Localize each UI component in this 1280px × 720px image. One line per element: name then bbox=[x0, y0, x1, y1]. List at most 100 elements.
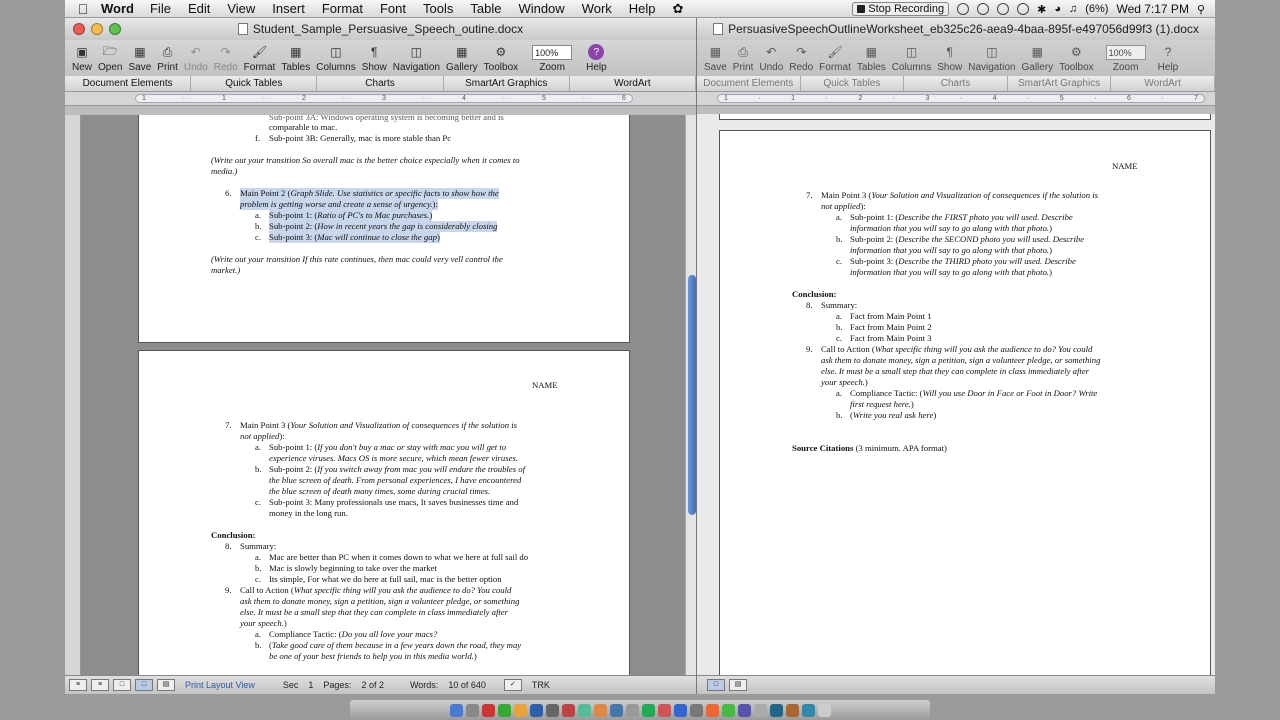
save-button[interactable]: ▦ Save bbox=[701, 44, 730, 73]
script-menu-icon[interactable]: ✿ bbox=[673, 1, 684, 17]
tab-smartart-graphics[interactable]: SmartArt Graphics bbox=[444, 76, 570, 91]
menu-format[interactable]: Format bbox=[322, 1, 363, 16]
format-button[interactable]: 🖌 Format bbox=[816, 44, 854, 73]
navigation-button[interactable]: ◫ Navigation bbox=[390, 44, 443, 73]
gallery-button[interactable]: ▦ Gallery bbox=[1019, 44, 1057, 73]
main-point-2-line2[interactable]: problem is getting worse and create a se… bbox=[240, 199, 438, 210]
main-point-2[interactable]: Main Point 2 (Graph Slide. Use statistic… bbox=[240, 188, 499, 199]
dock-app-icon[interactable] bbox=[513, 703, 527, 717]
show-button[interactable]: ¶ Show bbox=[934, 44, 965, 73]
zoom-control[interactable]: 100% Zoom bbox=[529, 45, 575, 73]
redo-button[interactable]: ↷ Redo bbox=[786, 44, 816, 73]
battery-status[interactable]: (6%) bbox=[1085, 3, 1108, 15]
dock-app-icon[interactable] bbox=[465, 703, 479, 717]
dock-app-icon[interactable] bbox=[689, 703, 703, 717]
document-area[interactable]: Sub-point 3A: Windows operating system i… bbox=[65, 115, 696, 675]
page-2[interactable]: NAME 7. Main Point 3 (Your Solution and … bbox=[719, 130, 1211, 675]
dock-app-icon[interactable] bbox=[657, 703, 671, 717]
format-button[interactable]: 🖌 Format bbox=[241, 44, 279, 73]
print-button[interactable]: ⎙ Print bbox=[730, 44, 757, 74]
draft-view-button[interactable]: ≡ bbox=[69, 679, 87, 691]
tab-document-elements[interactable]: Document Elements bbox=[65, 76, 192, 91]
apple-menu-icon[interactable]:  bbox=[65, 1, 101, 17]
menu-file[interactable]: File bbox=[150, 1, 171, 16]
dock-app-icon[interactable] bbox=[545, 703, 559, 717]
dock-app-icon[interactable] bbox=[673, 703, 687, 717]
dock-app-icon[interactable] bbox=[641, 703, 655, 717]
menu-table[interactable]: Table bbox=[470, 1, 501, 16]
dock-app-icon[interactable] bbox=[753, 703, 767, 717]
dock-app-icon[interactable] bbox=[769, 703, 783, 717]
menu-insert[interactable]: Insert bbox=[272, 1, 305, 16]
zoom-field[interactable]: 100% bbox=[1105, 45, 1146, 60]
status-icon-1[interactable] bbox=[957, 3, 970, 15]
dock-app-icon[interactable] bbox=[561, 703, 575, 717]
spelling-status-icon[interactable]: ✓ bbox=[503, 679, 522, 691]
tab-charts[interactable]: Charts bbox=[317, 76, 444, 91]
save-button[interactable]: ▦ Save bbox=[125, 44, 154, 73]
tables-button[interactable]: ▦ Tables bbox=[854, 44, 889, 73]
mp2-subpoint-3[interactable]: Sub-point 3: (Mac will continue to close… bbox=[269, 232, 440, 243]
publishing-view-button[interactable]: □ bbox=[113, 679, 131, 691]
page-1[interactable]: Sub-point 3A: Windows operating system i… bbox=[138, 115, 630, 343]
dock-app-icon[interactable] bbox=[625, 703, 639, 717]
menu-work[interactable]: Work bbox=[582, 1, 612, 16]
volume-icon[interactable]: ♫ bbox=[1069, 3, 1077, 15]
tab-wordart[interactable]: WordArt bbox=[570, 76, 696, 91]
notebook-view-button[interactable]: ▤ bbox=[157, 679, 175, 691]
help-button[interactable]: ? Help bbox=[1155, 44, 1182, 73]
menu-view[interactable]: View bbox=[227, 1, 255, 16]
bluetooth-icon[interactable]: ✱ bbox=[1037, 3, 1046, 16]
menu-help[interactable]: Help bbox=[629, 1, 656, 16]
menu-edit[interactable]: Edit bbox=[188, 1, 210, 16]
dock-app-icon[interactable] bbox=[785, 703, 799, 717]
app-menu[interactable]: Word bbox=[101, 1, 134, 16]
toolbox-button[interactable]: ⚙ Toolbox bbox=[481, 44, 521, 73]
dock-app-icon[interactable] bbox=[609, 703, 623, 717]
redo-button[interactable]: ↷ Redo bbox=[211, 44, 241, 73]
gallery-button[interactable]: ▦ Gallery bbox=[443, 44, 481, 73]
toolbox-button[interactable]: ⚙ Toolbox bbox=[1056, 44, 1096, 73]
tab-wordart[interactable]: WordArt bbox=[1111, 76, 1215, 91]
new-button[interactable]: ▣ New bbox=[69, 44, 95, 73]
vertical-ruler[interactable] bbox=[65, 115, 81, 675]
undo-button[interactable]: ↶ Undo bbox=[756, 44, 786, 73]
dock-app-icon[interactable] bbox=[721, 703, 735, 717]
clock[interactable]: Wed 7:17 PM bbox=[1116, 2, 1188, 16]
zoom-control[interactable]: 100% Zoom bbox=[1103, 45, 1149, 73]
mp2-subpoint-2[interactable]: Sub-point 2: (How in recent years the ga… bbox=[269, 221, 498, 232]
zoom-field[interactable]: 100% bbox=[532, 45, 573, 60]
dock-finder-icon[interactable] bbox=[449, 703, 463, 717]
horizontal-ruler[interactable]: 1 · 1 · 2 · 3 · 4 · 5 · 6 · 7 bbox=[697, 92, 1215, 106]
document-area[interactable]: NAME 7. Main Point 3 (Your Solution and … bbox=[697, 114, 1215, 675]
track-changes-toggle[interactable]: TRK bbox=[532, 680, 550, 690]
page-2[interactable]: NAME 7. Main Point 3 (Your Solution and … bbox=[138, 350, 630, 675]
dock-app-icon[interactable] bbox=[801, 703, 815, 717]
dock-app-icon[interactable] bbox=[577, 703, 591, 717]
columns-button[interactable]: ◫ Columns bbox=[889, 44, 934, 73]
print-button[interactable]: ⎙ Print bbox=[154, 44, 181, 74]
dock-app-icon[interactable] bbox=[529, 703, 543, 717]
time-machine-icon[interactable] bbox=[997, 3, 1010, 15]
help-button[interactable]: ? Help bbox=[583, 44, 610, 73]
tab-smartart-graphics[interactable]: SmartArt Graphics bbox=[1008, 76, 1112, 91]
menu-window[interactable]: Window bbox=[518, 1, 564, 16]
columns-button[interactable]: ◫ Columns bbox=[313, 44, 358, 73]
print-layout-view-button[interactable]: □ bbox=[135, 679, 153, 691]
ruler-scale[interactable]: 1 · 1 · 2 · 3 · 4 · 5 · 6 · 7 bbox=[717, 94, 1205, 103]
undo-button[interactable]: ↶ Undo bbox=[181, 44, 211, 73]
show-button[interactable]: ¶ Show bbox=[359, 44, 390, 73]
mp2-subpoint-1[interactable]: Sub-point 1: (Ratio of PC's to Mac purch… bbox=[269, 210, 433, 221]
navigation-button[interactable]: ◫ Navigation bbox=[965, 44, 1018, 73]
dock-app-icon[interactable] bbox=[593, 703, 607, 717]
dock-app-icon[interactable] bbox=[705, 703, 719, 717]
outline-view-button[interactable]: ≡ bbox=[91, 679, 109, 691]
status-icon-2[interactable] bbox=[977, 3, 990, 15]
tab-quick-tables[interactable]: Quick Tables bbox=[191, 76, 318, 91]
dock-app-icon[interactable] bbox=[737, 703, 751, 717]
dock-trash-icon[interactable] bbox=[817, 703, 831, 717]
menu-font[interactable]: Font bbox=[380, 1, 406, 16]
spotlight-icon[interactable]: ⚲ bbox=[1197, 3, 1205, 16]
tab-quick-tables[interactable]: Quick Tables bbox=[801, 76, 905, 91]
ruler-scale[interactable]: 1 · 1 · 2 · 3 · 4 · 5 · 6 bbox=[135, 94, 633, 103]
